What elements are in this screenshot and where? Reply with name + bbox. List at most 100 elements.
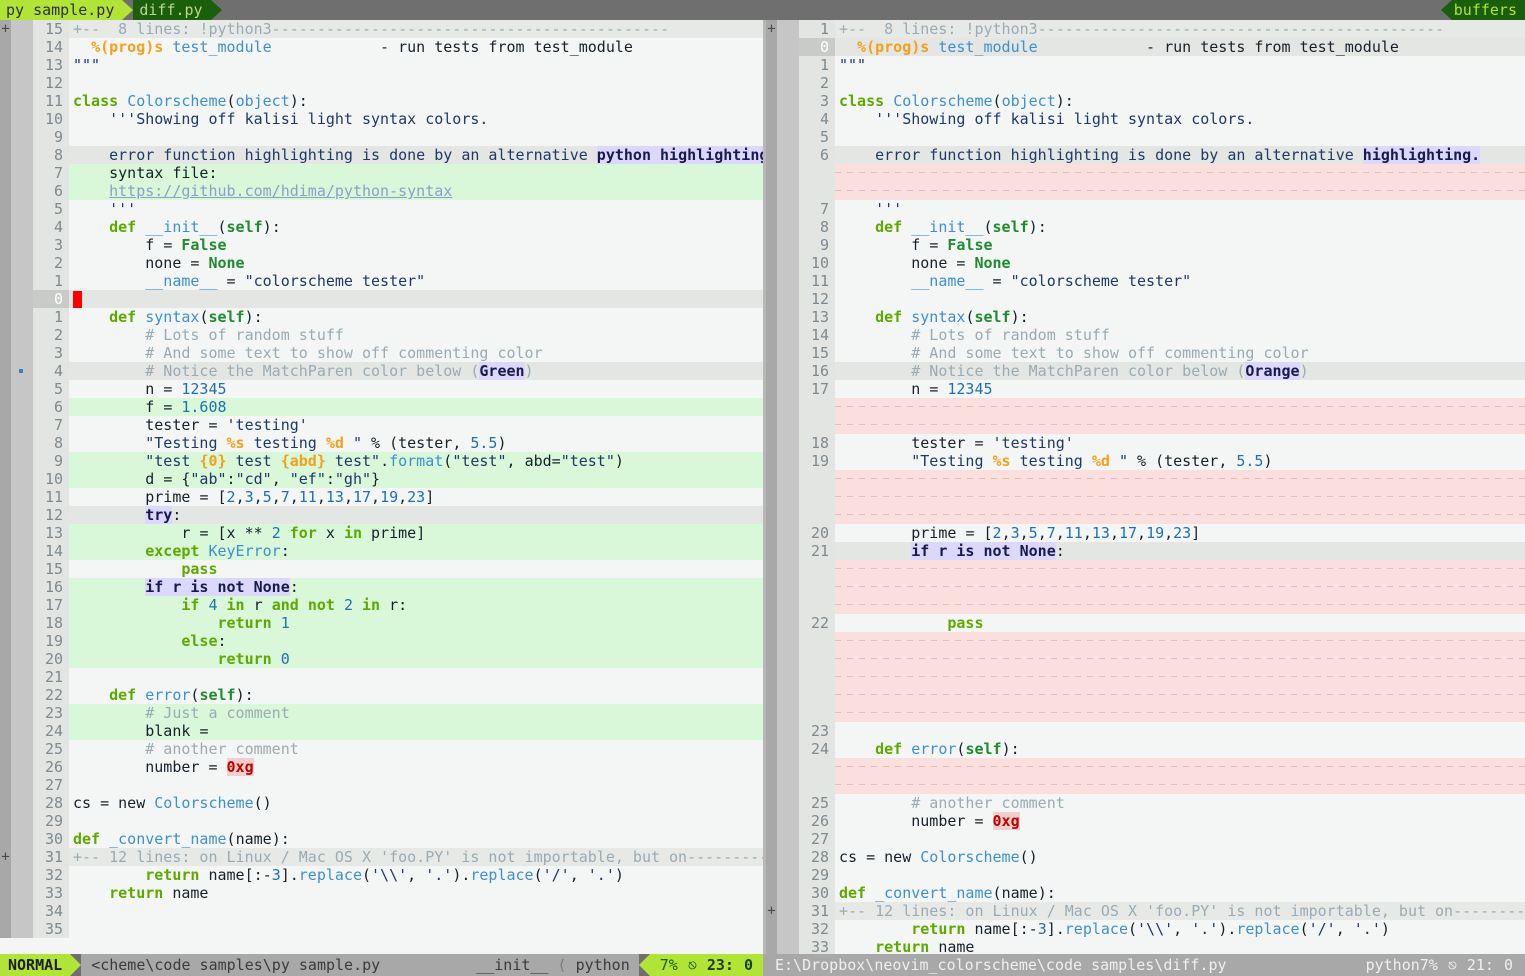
fold-column[interactable] xyxy=(0,290,11,308)
code-row[interactable]: 9 f = False xyxy=(766,236,1525,254)
code-row[interactable]: 18 return 1 xyxy=(0,614,763,632)
sign-column[interactable] xyxy=(11,110,33,128)
fold-column[interactable] xyxy=(0,740,11,758)
fold-column[interactable] xyxy=(766,560,777,578)
code-row[interactable]: 5 ''' xyxy=(0,200,763,218)
code-line[interactable]: def syntax(self): xyxy=(835,308,1525,326)
fold-column[interactable] xyxy=(0,488,11,506)
fold-column[interactable] xyxy=(766,344,777,362)
code-row[interactable] xyxy=(766,506,1525,524)
code-row[interactable]: 1 """ xyxy=(766,56,1525,74)
sign-column[interactable] xyxy=(777,902,799,920)
code-line[interactable]: "Testing %s testing %d " % (tester, 5.5) xyxy=(835,452,1525,470)
code-line[interactable]: syntax file: xyxy=(69,164,763,182)
code-line[interactable] xyxy=(69,290,763,308)
code-line[interactable]: pass xyxy=(69,560,763,578)
code-line[interactable]: r = [x ** 2 for x in prime] xyxy=(69,524,763,542)
code-line[interactable]: ''' xyxy=(835,200,1525,218)
code-line[interactable]: none = None xyxy=(835,254,1525,272)
code-line[interactable]: if r is not None: xyxy=(69,578,763,596)
code-line[interactable]: def error(self): xyxy=(69,686,763,704)
fold-column[interactable] xyxy=(766,38,777,56)
sign-column[interactable] xyxy=(777,254,799,272)
sign-column[interactable] xyxy=(777,38,799,56)
sign-column[interactable] xyxy=(777,812,799,830)
code-line[interactable]: '''Showing off kalisi light syntax color… xyxy=(835,110,1525,128)
code-line[interactable] xyxy=(835,398,1525,416)
code-line[interactable]: f = False xyxy=(69,236,763,254)
code-row[interactable]: 22 def error(self): xyxy=(0,686,763,704)
code-row[interactable]: 10 none = None xyxy=(766,254,1525,272)
sign-column[interactable] xyxy=(777,830,799,848)
code-row[interactable]: 2 xyxy=(766,74,1525,92)
sign-column[interactable] xyxy=(777,74,799,92)
sign-column[interactable] xyxy=(11,344,33,362)
sign-column[interactable] xyxy=(777,452,799,470)
code-row[interactable]: 7 syntax file: xyxy=(0,164,763,182)
sign-column[interactable] xyxy=(777,272,799,290)
code-line[interactable]: # Just a comment xyxy=(69,704,763,722)
sign-column[interactable] xyxy=(777,362,799,380)
fold-column[interactable] xyxy=(0,596,11,614)
code-line[interactable]: f = False xyxy=(835,236,1525,254)
sign-column[interactable] xyxy=(777,722,799,740)
fold-column[interactable] xyxy=(766,452,777,470)
code-row[interactable]: 11 prime = [2,3,5,7,11,13,17,19,23] xyxy=(0,488,763,506)
fold-column[interactable] xyxy=(0,470,11,488)
sign-column[interactable] xyxy=(11,866,33,884)
code-line[interactable] xyxy=(835,164,1525,182)
code-row[interactable]: 21 if r is not None: xyxy=(766,542,1525,560)
code-row[interactable] xyxy=(766,668,1525,686)
sign-column[interactable] xyxy=(11,218,33,236)
code-row[interactable]: 35 xyxy=(0,920,763,938)
code-line[interactable] xyxy=(835,722,1525,740)
sign-column[interactable] xyxy=(777,470,799,488)
sign-column[interactable] xyxy=(777,146,799,164)
code-line[interactable]: def _convert_name(name): xyxy=(69,830,763,848)
fold-column[interactable] xyxy=(766,182,777,200)
fold-column[interactable] xyxy=(0,506,11,524)
code-line[interactable]: def error(self): xyxy=(835,740,1525,758)
code-line[interactable]: cs = new Colorscheme() xyxy=(835,848,1525,866)
code-line[interactable]: class Colorscheme(object): xyxy=(835,92,1525,110)
code-row[interactable]: 20 prime = [2,3,5,7,11,13,17,19,23] xyxy=(766,524,1525,542)
sign-column[interactable] xyxy=(11,758,33,776)
code-row[interactable]: 13 """ xyxy=(0,56,763,74)
code-line[interactable]: def _convert_name(name): xyxy=(835,884,1525,902)
code-line[interactable]: +-- 8 lines: !python3-------------------… xyxy=(69,20,763,38)
fold-column[interactable] xyxy=(0,326,11,344)
fold-column[interactable] xyxy=(766,308,777,326)
fold-column[interactable] xyxy=(0,632,11,650)
sign-column[interactable] xyxy=(777,218,799,236)
fold-column[interactable] xyxy=(766,668,777,686)
code-line[interactable]: tester = 'testing' xyxy=(69,416,763,434)
code-row[interactable]: 12 try: xyxy=(0,506,763,524)
code-line[interactable]: %(prog)s test_module - run tests from te… xyxy=(835,38,1525,56)
code-row[interactable]: 28 cs = new Colorscheme() xyxy=(766,848,1525,866)
code-line[interactable] xyxy=(835,128,1525,146)
fold-column[interactable]: + xyxy=(0,848,11,866)
code-line[interactable]: f = 1.608 xyxy=(69,398,763,416)
code-line[interactable]: # another comment xyxy=(69,740,763,758)
code-line[interactable] xyxy=(835,632,1525,650)
fold-column[interactable] xyxy=(766,686,777,704)
sign-column[interactable] xyxy=(777,164,799,182)
code-row[interactable]: 13 r = [x ** 2 for x in prime] xyxy=(0,524,763,542)
code-row[interactable]: 9 "test {0} test {abd} test".format("tes… xyxy=(0,452,763,470)
code-row[interactable]: 0 xyxy=(0,290,763,308)
fold-column[interactable] xyxy=(0,110,11,128)
sign-column[interactable] xyxy=(777,938,799,954)
fold-column[interactable] xyxy=(766,164,777,182)
code-row[interactable] xyxy=(766,488,1525,506)
code-row[interactable]: 7 ''' xyxy=(766,200,1525,218)
code-row[interactable] xyxy=(766,632,1525,650)
code-row[interactable] xyxy=(766,416,1525,434)
code-row[interactable]: 20 return 0 xyxy=(0,650,763,668)
code-row[interactable] xyxy=(766,776,1525,794)
code-row[interactable]: 11 __name__ = "colorscheme tester" xyxy=(766,272,1525,290)
code-row[interactable]: 3 # And some text to show off commenting… xyxy=(0,344,763,362)
code-row[interactable]: 1 __name__ = "colorscheme tester" xyxy=(0,272,763,290)
code-row[interactable]: 9 xyxy=(0,128,763,146)
fold-column[interactable] xyxy=(766,722,777,740)
code-line[interactable]: prime = [2,3,5,7,11,13,17,19,23] xyxy=(835,524,1525,542)
